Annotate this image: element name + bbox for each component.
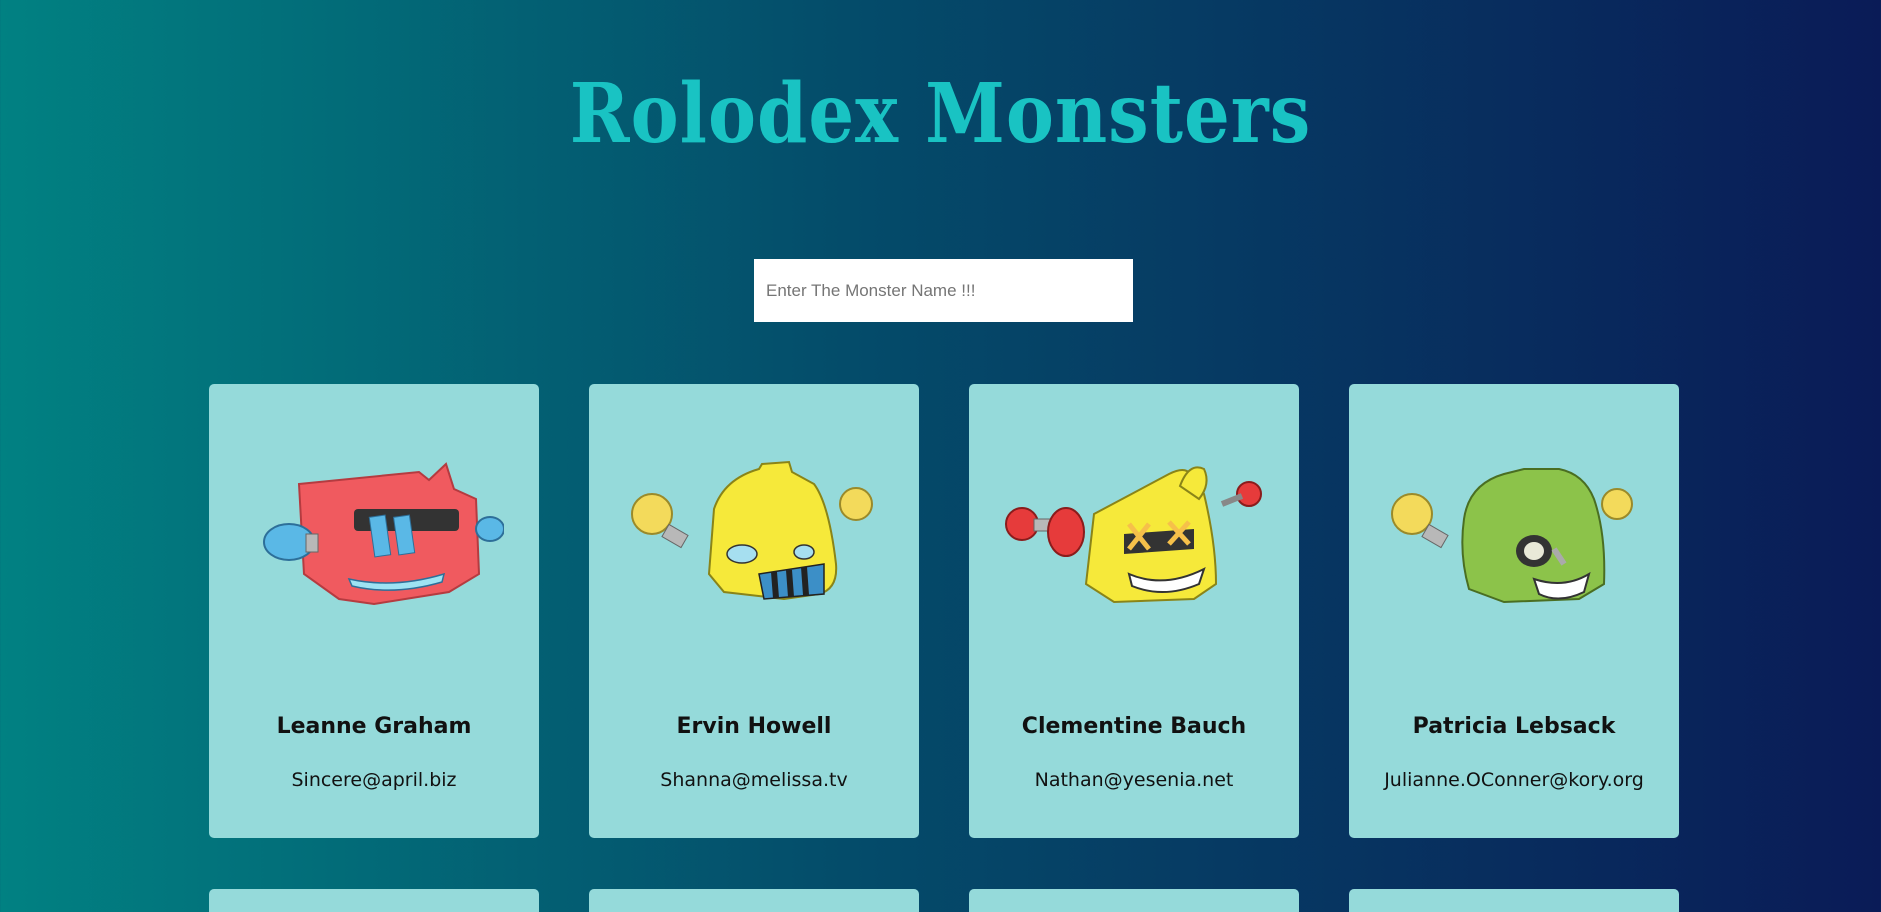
search-box[interactable] <box>754 259 1133 322</box>
monster-email: Sincere@april.biz <box>291 769 457 791</box>
monster-card <box>589 889 919 912</box>
monster-card <box>1349 889 1679 912</box>
monster-name: Patricia Lebsack <box>1412 714 1616 739</box>
monster-card <box>969 889 1299 912</box>
monster-email: Julianne.OConner@kory.org <box>1384 769 1644 791</box>
monster-name: Leanne Graham <box>276 714 472 739</box>
monster-card: Patricia Lebsack Julianne.OConner@kory.o… <box>1349 384 1679 838</box>
monster-name: Ervin Howell <box>676 714 832 739</box>
monster-name: Clementine Bauch <box>1021 714 1247 739</box>
monster-email: Shanna@melissa.tv <box>660 769 848 791</box>
monster-card: Leanne Graham Sincere@april.biz <box>209 384 539 838</box>
search-input[interactable] <box>754 259 1133 322</box>
red-robot-head-icon <box>263 462 504 606</box>
page-title: Rolodex Monsters <box>569 63 1312 162</box>
yellow-robot-head-icon <box>631 460 873 601</box>
green-robot-head-icon <box>1391 468 1633 604</box>
monster-card: Clementine Bauch Nathan@yesenia.net <box>969 384 1299 838</box>
yellow-robot-head-icon <box>1005 466 1262 604</box>
monster-card <box>209 889 539 912</box>
monster-email: Nathan@yesenia.net <box>1034 769 1234 791</box>
monster-card: Ervin Howell Shanna@melissa.tv <box>589 384 919 838</box>
